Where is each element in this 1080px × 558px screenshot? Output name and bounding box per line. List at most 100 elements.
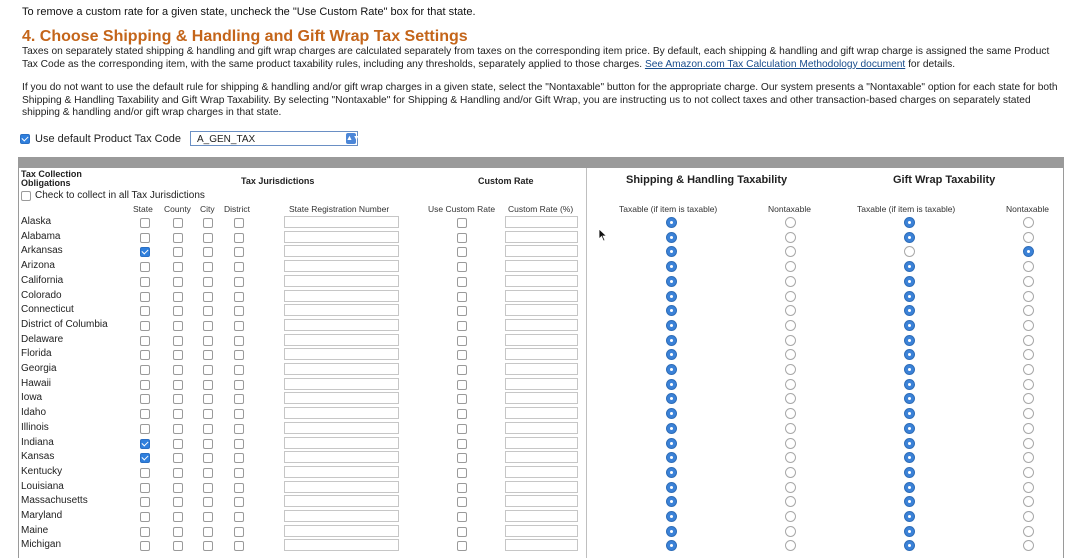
- giftwrap-taxable-radio[interactable]: [904, 246, 915, 258]
- state-checkbox[interactable]: [140, 335, 150, 346]
- district-checkbox[interactable]: [234, 394, 244, 405]
- giftwrap-nontaxable-radio[interactable]: [1023, 481, 1034, 493]
- shipping-nontaxable-radio[interactable]: [785, 393, 796, 405]
- registration-number-input[interactable]: [284, 348, 399, 361]
- district-checkbox[interactable]: [234, 497, 244, 508]
- district-checkbox[interactable]: [234, 365, 244, 375]
- giftwrap-nontaxable-radio[interactable]: [1023, 452, 1034, 464]
- district-checkbox[interactable]: [234, 482, 244, 493]
- shipping-taxable-radio[interactable]: [666, 261, 677, 273]
- county-checkbox[interactable]: [173, 291, 183, 302]
- shipping-nontaxable-radio[interactable]: [785, 437, 796, 449]
- giftwrap-nontaxable-radio[interactable]: [1023, 261, 1034, 273]
- giftwrap-taxable-radio[interactable]: [904, 349, 915, 361]
- registration-number-input[interactable]: [284, 436, 399, 449]
- use-custom-rate-checkbox[interactable]: [457, 467, 467, 478]
- state-checkbox[interactable]: [140, 438, 150, 449]
- district-checkbox[interactable]: [234, 350, 244, 361]
- giftwrap-taxable-radio[interactable]: [904, 437, 915, 449]
- shipping-nontaxable-radio[interactable]: [785, 305, 796, 317]
- registration-number-input[interactable]: [284, 230, 399, 243]
- district-checkbox[interactable]: [234, 423, 244, 434]
- shipping-nontaxable-radio[interactable]: [785, 481, 796, 493]
- registration-number-input[interactable]: [284, 289, 399, 302]
- giftwrap-nontaxable-radio[interactable]: [1023, 525, 1034, 537]
- registration-number-input[interactable]: [284, 363, 399, 375]
- city-checkbox[interactable]: [203, 526, 213, 537]
- state-checkbox[interactable]: [140, 365, 150, 375]
- giftwrap-taxable-radio[interactable]: [904, 364, 915, 375]
- shipping-taxable-radio[interactable]: [666, 393, 677, 405]
- shipping-taxable-radio[interactable]: [666, 305, 677, 317]
- custom-rate-input[interactable]: [505, 495, 578, 508]
- city-checkbox[interactable]: [203, 512, 213, 522]
- giftwrap-nontaxable-radio[interactable]: [1023, 393, 1034, 405]
- state-checkbox[interactable]: [140, 394, 150, 405]
- city-checkbox[interactable]: [203, 320, 213, 331]
- use-custom-rate-checkbox[interactable]: [457, 394, 467, 405]
- shipping-taxable-radio[interactable]: [666, 422, 677, 434]
- registration-number-input[interactable]: [284, 421, 399, 434]
- use-custom-rate-checkbox[interactable]: [457, 438, 467, 449]
- county-checkbox[interactable]: [173, 423, 183, 434]
- giftwrap-taxable-radio[interactable]: [904, 511, 915, 522]
- district-checkbox[interactable]: [234, 379, 244, 390]
- shipping-taxable-radio[interactable]: [666, 525, 677, 537]
- shipping-nontaxable-radio[interactable]: [785, 349, 796, 361]
- state-checkbox[interactable]: [140, 497, 150, 508]
- custom-rate-input[interactable]: [505, 451, 578, 464]
- giftwrap-nontaxable-radio[interactable]: [1023, 437, 1034, 449]
- shipping-taxable-radio[interactable]: [666, 481, 677, 493]
- district-checkbox[interactable]: [234, 438, 244, 449]
- shipping-nontaxable-radio[interactable]: [785, 364, 796, 375]
- giftwrap-nontaxable-radio[interactable]: [1023, 364, 1034, 375]
- district-checkbox[interactable]: [234, 276, 244, 287]
- city-checkbox[interactable]: [203, 467, 213, 478]
- shipping-nontaxable-radio[interactable]: [785, 319, 796, 331]
- shipping-nontaxable-radio[interactable]: [785, 466, 796, 478]
- giftwrap-nontaxable-radio[interactable]: [1023, 217, 1034, 228]
- county-checkbox[interactable]: [173, 306, 183, 317]
- shipping-taxable-radio[interactable]: [666, 275, 677, 287]
- registration-number-input[interactable]: [284, 304, 399, 317]
- shipping-taxable-radio[interactable]: [666, 231, 677, 243]
- shipping-nontaxable-radio[interactable]: [785, 525, 796, 537]
- custom-rate-input[interactable]: [505, 436, 578, 449]
- county-checkbox[interactable]: [173, 467, 183, 478]
- giftwrap-nontaxable-radio[interactable]: [1023, 496, 1034, 508]
- district-checkbox[interactable]: [234, 232, 244, 243]
- city-checkbox[interactable]: [203, 218, 213, 228]
- city-checkbox[interactable]: [203, 394, 213, 405]
- use-custom-rate-checkbox[interactable]: [457, 276, 467, 287]
- county-checkbox[interactable]: [173, 394, 183, 405]
- city-checkbox[interactable]: [203, 365, 213, 375]
- use-custom-rate-checkbox[interactable]: [457, 291, 467, 302]
- city-checkbox[interactable]: [203, 423, 213, 434]
- giftwrap-taxable-radio[interactable]: [904, 540, 915, 552]
- giftwrap-taxable-radio[interactable]: [904, 393, 915, 405]
- custom-rate-input[interactable]: [505, 274, 578, 287]
- shipping-nontaxable-radio[interactable]: [785, 261, 796, 273]
- state-checkbox[interactable]: [140, 306, 150, 317]
- state-checkbox[interactable]: [140, 247, 150, 258]
- shipping-taxable-radio[interactable]: [666, 319, 677, 331]
- shipping-nontaxable-radio[interactable]: [785, 275, 796, 287]
- shipping-taxable-radio[interactable]: [666, 408, 677, 420]
- giftwrap-taxable-radio[interactable]: [904, 422, 915, 434]
- shipping-taxable-radio[interactable]: [666, 246, 677, 258]
- shipping-nontaxable-radio[interactable]: [785, 540, 796, 552]
- district-checkbox[interactable]: [234, 409, 244, 420]
- giftwrap-taxable-radio[interactable]: [904, 305, 915, 317]
- county-checkbox[interactable]: [173, 453, 183, 464]
- county-checkbox[interactable]: [173, 247, 183, 258]
- giftwrap-taxable-radio[interactable]: [904, 408, 915, 420]
- custom-rate-input[interactable]: [505, 289, 578, 302]
- shipping-nontaxable-radio[interactable]: [785, 422, 796, 434]
- use-custom-rate-checkbox[interactable]: [457, 335, 467, 346]
- custom-rate-input[interactable]: [505, 539, 578, 552]
- county-checkbox[interactable]: [173, 350, 183, 361]
- giftwrap-taxable-radio[interactable]: [904, 452, 915, 464]
- county-checkbox[interactable]: [173, 218, 183, 228]
- city-checkbox[interactable]: [203, 306, 213, 317]
- use-custom-rate-checkbox[interactable]: [457, 526, 467, 537]
